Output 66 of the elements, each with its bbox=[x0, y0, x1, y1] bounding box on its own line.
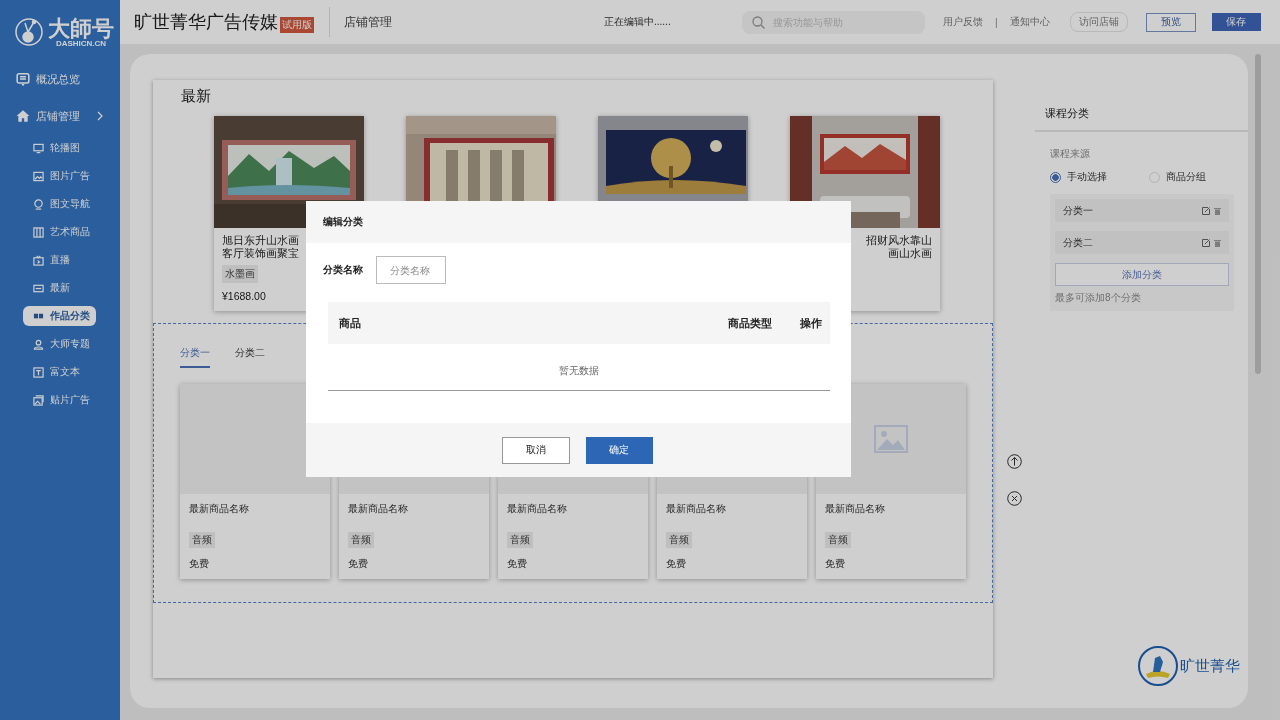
sidebar-item[interactable]: 作品分类 bbox=[23, 306, 96, 326]
separator: | bbox=[995, 16, 998, 28]
product-title: 画山水画 bbox=[888, 247, 932, 260]
field-label: 课程来源 bbox=[1050, 147, 1091, 161]
empty-message: 暂无数据 bbox=[328, 344, 830, 391]
preview-button[interactable]: 预览 bbox=[1145, 12, 1196, 32]
save-button[interactable]: 保存 bbox=[1211, 13, 1261, 31]
app-title: 旷世菁华广告传媒 bbox=[134, 11, 278, 34]
category-name: 分类一 bbox=[1063, 203, 1094, 218]
sidebar-item[interactable]: 大师专题 bbox=[23, 334, 96, 354]
item-tag: 音频 bbox=[348, 532, 374, 548]
feedback-link[interactable]: 用户反馈 bbox=[943, 15, 983, 29]
sidebar-item[interactable]: 概况总览 bbox=[0, 69, 120, 89]
item-price: 免费 bbox=[825, 557, 845, 571]
item-price: 免费 bbox=[348, 557, 368, 571]
field-label: 分类名称 bbox=[323, 263, 363, 277]
product-title: 旭日东升山水画 bbox=[222, 234, 299, 247]
sidebar-item[interactable]: 图文导航 bbox=[23, 194, 96, 214]
product-title: 招财风水靠山 bbox=[866, 234, 932, 247]
item-name: 最新商品名称 bbox=[189, 502, 249, 516]
cancel-button[interactable]: 取消 bbox=[501, 436, 570, 464]
item-price: 免费 bbox=[666, 557, 686, 571]
add-category-button[interactable]: 添加分类 bbox=[1055, 263, 1229, 286]
confirm-button[interactable]: 确定 bbox=[585, 436, 653, 464]
category-tab[interactable]: 分类二 bbox=[235, 346, 265, 368]
column-header: 商品 bbox=[339, 315, 361, 331]
column-header: 商品类型 bbox=[728, 315, 772, 331]
sidebar-item[interactable]: 富文本 bbox=[23, 362, 96, 382]
item-tag: 音频 bbox=[507, 532, 533, 548]
sidebar-item[interactable]: 图片广告 bbox=[23, 166, 96, 186]
source-option[interactable]: 手动选择 bbox=[1050, 171, 1149, 184]
item-price: 免费 bbox=[189, 557, 209, 571]
sidebar-item[interactable]: 轮播图 bbox=[23, 138, 96, 158]
item-tag: 音频 bbox=[825, 532, 851, 548]
name-field[interactable]: 分类名称 bbox=[376, 256, 446, 284]
category-tab[interactable]: 分类一 bbox=[180, 346, 210, 368]
section-title: 店铺管理 bbox=[344, 13, 393, 31]
item-tag: 音频 bbox=[189, 532, 215, 548]
sidebar-item[interactable]: 最新 bbox=[23, 278, 96, 298]
brand-text: 旷世菁华 bbox=[1180, 656, 1240, 676]
sidebar-item[interactable]: 店铺管理 bbox=[0, 106, 120, 126]
product-tag: 水墨画 bbox=[222, 265, 258, 283]
item-name: 最新商品名称 bbox=[825, 502, 885, 516]
item-price: 免费 bbox=[507, 557, 527, 571]
sidebar-item[interactable]: 直播 bbox=[23, 250, 96, 270]
section-title: 最新 bbox=[181, 87, 211, 106]
item-name: 最新商品名称 bbox=[507, 502, 567, 516]
sidebar-item[interactable]: 贴片广告 bbox=[23, 390, 96, 410]
brand-name: 大師号 bbox=[48, 17, 114, 41]
hint-text: 最多可添加8个分类 bbox=[1055, 291, 1142, 305]
trial-badge: 试用版 bbox=[280, 17, 314, 33]
category-name: 分类二 bbox=[1063, 235, 1094, 250]
visit-store-button[interactable]: 访问店铺 bbox=[1069, 12, 1128, 32]
dialog-title: 编辑分类 bbox=[323, 215, 363, 229]
sidebar-item[interactable]: 艺术商品 bbox=[23, 222, 96, 242]
product-price: ¥1688.00 bbox=[222, 290, 266, 302]
editing-status: 正在编辑中...... bbox=[604, 15, 672, 29]
notification-link[interactable]: 通知中心 bbox=[1009, 15, 1050, 29]
item-name: 最新商品名称 bbox=[666, 502, 726, 516]
brand-domain: DASHICN.CN bbox=[55, 41, 107, 47]
source-option[interactable]: 商品分组 bbox=[1149, 171, 1248, 184]
item-name: 最新商品名称 bbox=[348, 502, 408, 516]
product-title: 客厅装饰画聚宝 bbox=[222, 247, 299, 260]
column-header: 操作 bbox=[800, 315, 822, 331]
item-tag: 音频 bbox=[666, 532, 692, 548]
panel-title: 课程分类 bbox=[1035, 106, 1248, 132]
